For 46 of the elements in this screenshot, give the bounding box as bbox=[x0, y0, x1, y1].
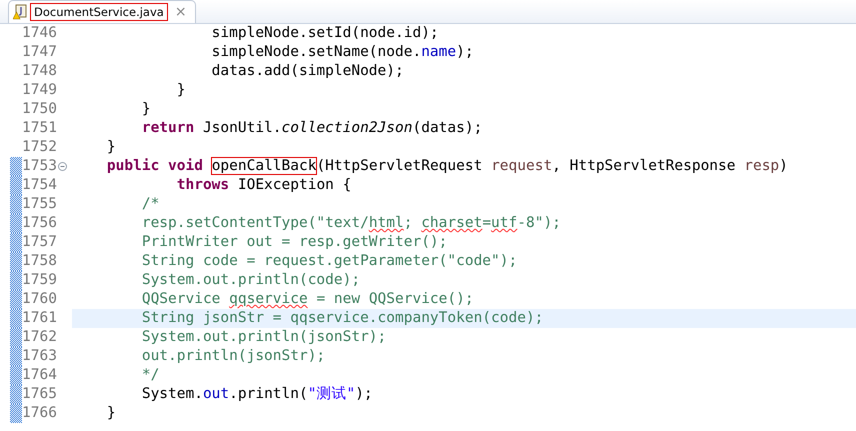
line-number: 1756 bbox=[22, 214, 58, 233]
code-line: throws IOException { bbox=[176, 176, 352, 195]
line-number: 1759 bbox=[22, 271, 58, 290]
code-line: return JsonUtil.collection2Json(datas); bbox=[140, 119, 484, 138]
line-number: 1766 bbox=[22, 404, 58, 423]
code-line: datas.add(simpleNode); bbox=[210, 62, 405, 81]
line-number: 1758 bbox=[22, 252, 58, 271]
code-line: System.out.println(jsonStr); bbox=[140, 328, 388, 347]
line-number: 1765 bbox=[22, 385, 58, 404]
line-number: 1746 bbox=[22, 24, 58, 43]
line-number: 1755 bbox=[22, 195, 58, 214]
code-line: out.println(jsonStr); bbox=[140, 347, 326, 366]
code-line: String code = request.getParameter("code"); bbox=[140, 252, 518, 271]
line-number: 1751 bbox=[22, 119, 58, 138]
code-line: System.out.println(code); bbox=[140, 271, 362, 290]
code-line: QQService qqservice = new QQService(); bbox=[140, 290, 475, 309]
java-file-warning-icon bbox=[13, 4, 27, 20]
code-line: } bbox=[106, 404, 117, 423]
code-line: PrintWriter out = resp.getWriter(); bbox=[140, 233, 448, 252]
line-number: 1753 bbox=[22, 157, 58, 176]
tab-title: DocumentService.java bbox=[30, 3, 168, 21]
code-line: } bbox=[140, 100, 152, 119]
editor-tab[interactable]: DocumentService.java × bbox=[8, 0, 196, 23]
code-line: System.out.println("测试"); bbox=[140, 385, 374, 404]
line-number: 1760 bbox=[22, 290, 58, 309]
line-number: 1754 bbox=[22, 176, 58, 195]
code-line: } bbox=[176, 81, 186, 100]
line-number: 1761 bbox=[22, 309, 58, 328]
code-line: } bbox=[106, 138, 117, 157]
code-line: simpleNode.setId(node.id); bbox=[210, 24, 440, 43]
collapse-icon[interactable] bbox=[58, 162, 67, 171]
line-number: 1750 bbox=[22, 100, 58, 119]
code-line: simpleNode.setName(node.name); bbox=[210, 43, 475, 62]
line-number: 1752 bbox=[22, 138, 58, 157]
line-number: 1757 bbox=[22, 233, 58, 252]
line-number: 1747 bbox=[22, 43, 58, 62]
code-line: /* bbox=[140, 195, 160, 214]
line-number: 1748 bbox=[22, 62, 58, 81]
code-line: public void openCallBack(HttpServletRequest request, HttpServletResponse resp) bbox=[106, 157, 789, 176]
line-number: 1764 bbox=[22, 366, 58, 385]
code-line: */ bbox=[140, 366, 160, 385]
line-number: 1763 bbox=[22, 347, 58, 366]
code-line: resp.setContentType("text/html; charset=utf-8"); bbox=[140, 214, 562, 233]
line-number: 1749 bbox=[22, 81, 58, 100]
close-icon[interactable]: × bbox=[174, 4, 187, 20]
line-number: 1762 bbox=[22, 328, 58, 347]
